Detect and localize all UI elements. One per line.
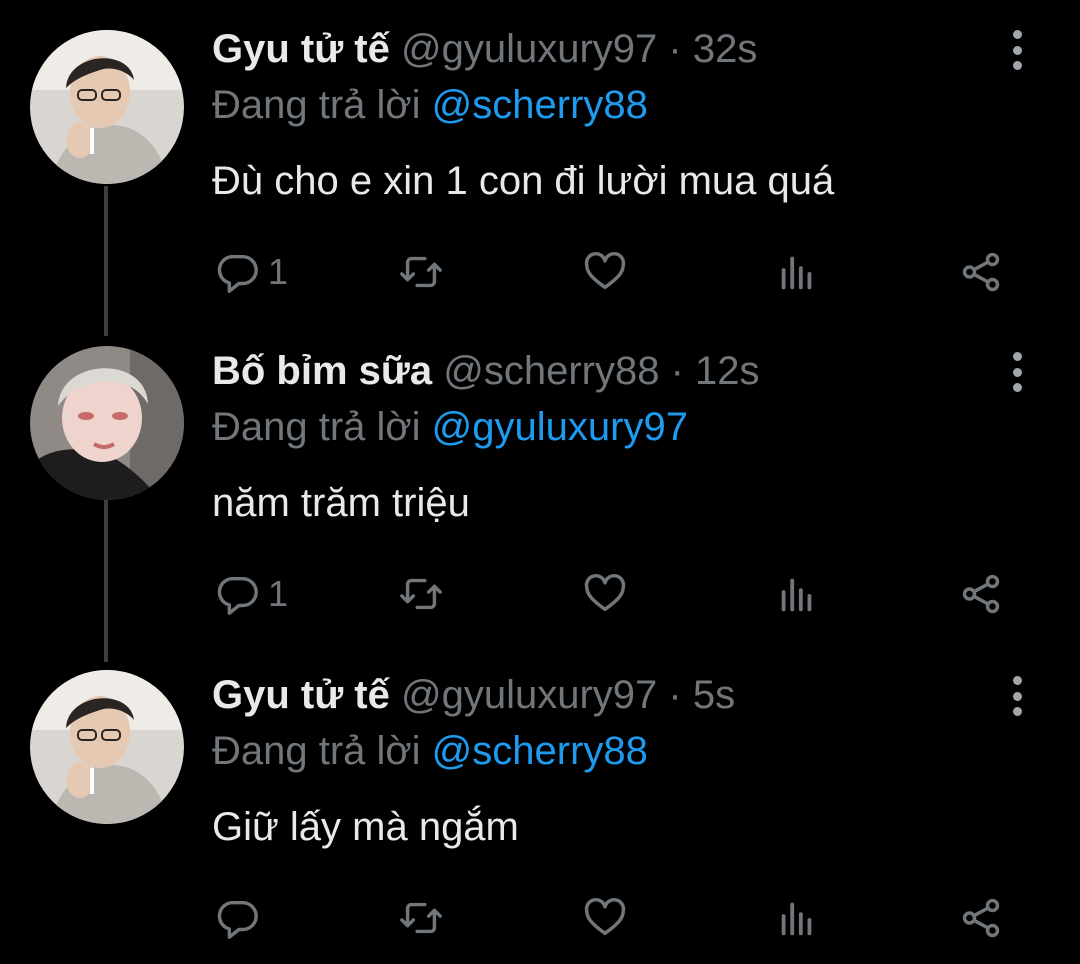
reply-count: 1: [268, 573, 289, 614]
reply-button[interactable]: 1: [214, 564, 288, 624]
more-options-icon[interactable]: [1000, 26, 1034, 74]
reply-icon: [217, 576, 258, 615]
avatar-photo: [30, 670, 184, 824]
tweet[interactable]: Gyu tử tế @gyuluxury97 · 32s Đang trả lờ…: [0, 24, 1080, 304]
share-button[interactable]: [958, 242, 1004, 302]
retweet-icon: [400, 256, 442, 288]
reply-context: Đang trả lời @gyuluxury97: [212, 402, 688, 452]
retweet-button[interactable]: [398, 888, 444, 948]
avatar-photo: [30, 30, 184, 184]
tweet-text: Giữ lấy mà ngắm: [212, 805, 519, 849]
like-button[interactable]: [582, 564, 628, 624]
analytics-icon: [781, 578, 812, 612]
timestamp[interactable]: · 12s: [671, 349, 760, 393]
retweet-button[interactable]: [398, 242, 444, 302]
retweet-icon: [400, 578, 442, 610]
analytics-button[interactable]: [774, 564, 820, 624]
analytics-button[interactable]: [774, 888, 820, 948]
reply-prefix: Đang trả lời: [212, 729, 421, 773]
reply-prefix: Đang trả lời: [212, 83, 421, 127]
analytics-icon: [781, 902, 812, 936]
share-icon: [962, 898, 1000, 938]
timestamp[interactable]: · 32s: [668, 27, 757, 71]
reply-icon: [217, 900, 258, 939]
reply-mention[interactable]: @scherry88: [432, 729, 648, 773]
share-icon: [962, 574, 1000, 614]
like-button[interactable]: [582, 242, 628, 302]
tweet-text: năm trăm triệu: [212, 481, 470, 525]
tweet-header: Gyu tử tế @gyuluxury97 · 5s: [212, 670, 735, 720]
handle[interactable]: @scherry88: [443, 349, 659, 393]
tweet-header: Bố bỉm sữa @scherry88 · 12s: [212, 346, 760, 396]
reply-mention[interactable]: @gyuluxury97: [432, 405, 688, 449]
reply-context: Đang trả lời @scherry88: [212, 80, 648, 130]
analytics-icon: [781, 256, 812, 290]
tweet-text: Đù cho e xin 1 con đi lười mua quá: [212, 159, 835, 203]
reply-button[interactable]: [214, 888, 268, 948]
tweet[interactable]: Gyu tử tế @gyuluxury97 · 5s Đang trả lời…: [0, 670, 1080, 960]
reply-count: 1: [268, 251, 289, 292]
tweet[interactable]: Bố bỉm sữa @scherry88 · 12s Đang trả lời…: [0, 346, 1080, 626]
handle[interactable]: @gyuluxury97: [401, 673, 657, 717]
display-name[interactable]: Gyu tử tế: [212, 673, 390, 717]
tweet-actions: 1: [0, 564, 1080, 624]
reply-prefix: Đang trả lời: [212, 405, 421, 449]
reply-mention[interactable]: @scherry88: [432, 83, 648, 127]
handle[interactable]: @gyuluxury97: [401, 27, 657, 71]
retweet-button[interactable]: [398, 564, 444, 624]
avatar[interactable]: [30, 670, 184, 824]
reply-context: Đang trả lời @scherry88: [212, 726, 648, 776]
tweet-header: Gyu tử tế @gyuluxury97 · 32s: [212, 24, 757, 74]
tweet-actions: [0, 888, 1080, 948]
analytics-button[interactable]: [774, 242, 820, 302]
share-button[interactable]: [958, 888, 1004, 948]
more-options-icon[interactable]: [1000, 672, 1034, 720]
tweet-actions: 1: [0, 242, 1080, 302]
like-icon: [584, 252, 626, 290]
more-options-icon[interactable]: [1000, 348, 1034, 396]
avatar[interactable]: [30, 346, 184, 500]
avatar[interactable]: [30, 30, 184, 184]
timestamp[interactable]: · 5s: [668, 673, 735, 717]
avatar-photo: [30, 346, 184, 500]
like-button[interactable]: [582, 888, 628, 948]
share-icon: [962, 252, 1000, 292]
share-button[interactable]: [958, 564, 1004, 624]
reply-button[interactable]: 1: [214, 242, 288, 302]
display-name[interactable]: Gyu tử tế: [212, 27, 390, 71]
retweet-icon: [400, 902, 442, 934]
display-name[interactable]: Bố bỉm sữa: [212, 349, 432, 393]
like-icon: [584, 898, 626, 936]
reply-icon: [217, 254, 258, 293]
like-icon: [584, 574, 626, 612]
